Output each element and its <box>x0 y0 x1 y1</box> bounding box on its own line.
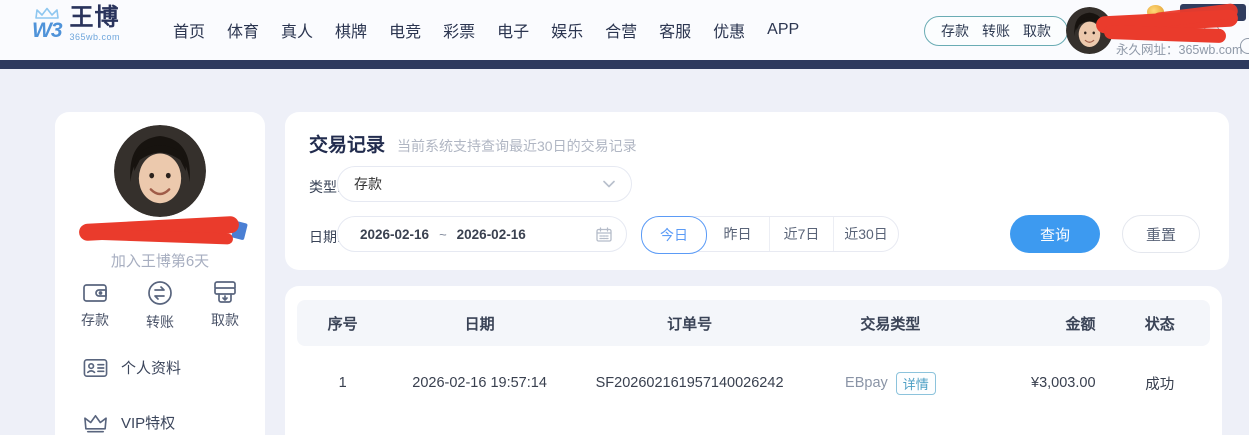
sidebar-transfer-button[interactable]: 转账 <box>146 280 174 332</box>
table-row: 1 2026-02-16 19:57:14 SF2026021619571400… <box>297 358 1210 408</box>
date-label: 日期: <box>309 227 341 247</box>
page-subtitle: 当前系统支持查询最近30日的交易记录 <box>397 136 637 156</box>
table-header-row: 序号 日期 订单号 交易类型 金额 状态 <box>297 300 1210 346</box>
date-from-value: 2026-02-16 <box>360 227 429 242</box>
id-card-icon <box>83 358 108 378</box>
calendar-icon <box>596 227 612 242</box>
sidebar-deposit-button[interactable]: 存款 <box>81 280 109 332</box>
range-7days-button[interactable]: 近7日 <box>770 217 834 251</box>
sidebar-withdraw-button[interactable]: 取款 <box>211 280 239 332</box>
range-30days-button[interactable]: 近30日 <box>834 217 898 251</box>
cell-status: 成功 <box>1110 373 1210 394</box>
main-nav: 首页 体育 真人 棋牌 电竞 彩票 电子 娱乐 合营 客服 优惠 APP <box>173 0 799 60</box>
page-title: 交易记录 <box>309 130 385 157</box>
cell-date: 2026-02-16 19:57:14 <box>388 375 571 391</box>
nav-esports[interactable]: 电竞 <box>389 18 421 42</box>
detail-button[interactable]: 详情 <box>896 372 936 395</box>
chevron-down-icon <box>603 180 615 188</box>
nav-home[interactable]: 首页 <box>173 18 205 42</box>
page: W3 王博 365wb.com 首页 体育 真人 棋牌 电竞 彩票 电子 娱乐 … <box>0 0 1249 435</box>
sidebar-wallet-actions: 存款 转账 取款 <box>55 280 265 332</box>
col-status: 状态 <box>1110 313 1210 334</box>
col-seq: 序号 <box>297 313 388 334</box>
transaction-table-card: 序号 日期 订单号 交易类型 金额 状态 1 2026-02-16 19:57:… <box>285 286 1222 435</box>
wallet-quick-actions: 存款 转账 取款 <box>924 16 1068 46</box>
deposit-link[interactable]: 存款 <box>941 21 969 41</box>
customer-service-icon[interactable] <box>1240 38 1249 54</box>
nav-sports[interactable]: 体育 <box>227 18 259 42</box>
date-range-input[interactable]: 2026-02-16 ~ 2026-02-16 <box>337 216 627 252</box>
profile-sidebar: 加入王博第6天 存款 转账 <box>55 112 265 435</box>
transfer-link[interactable]: 转账 <box>982 21 1010 41</box>
transaction-filter-card: 交易记录 当前系统支持查询最近30日的交易记录 类型: 存款 日期: 2026-… <box>285 112 1229 270</box>
col-date: 日期 <box>388 313 571 334</box>
brand-name: 王博 <box>70 6 121 30</box>
payment-method: EBpay <box>845 375 888 391</box>
query-button[interactable]: 查询 <box>1010 215 1100 253</box>
site-logo[interactable]: W3 王博 365wb.com <box>32 6 120 42</box>
withdraw-link[interactable]: 取款 <box>1023 21 1051 41</box>
col-type: 交易类型 <box>808 313 972 334</box>
type-label: 类型: <box>309 177 341 197</box>
date-range-separator: ~ <box>439 227 447 242</box>
nav-promos[interactable]: 优惠 <box>713 18 745 42</box>
nav-support[interactable]: 客服 <box>659 18 691 42</box>
col-order-no: 订单号 <box>571 313 808 334</box>
nav-entertainment[interactable]: 娱乐 <box>551 18 583 42</box>
transfer-icon <box>147 280 173 306</box>
col-amount: 金额 <box>973 313 1110 334</box>
brand-domain: 365wb.com <box>70 33 121 42</box>
withdraw-icon <box>212 280 238 304</box>
top-header: W3 王博 365wb.com 首页 体育 真人 棋牌 电竞 彩票 电子 娱乐 … <box>0 0 1249 60</box>
sidebar-profile-label: 个人资料 <box>121 357 181 378</box>
range-today-button[interactable]: 今日 <box>641 216 707 254</box>
logo-mark-text: W3 <box>32 20 62 41</box>
date-to-value: 2026-02-16 <box>457 227 526 242</box>
type-selected-value: 存款 <box>354 174 603 194</box>
crown-logo-icon: W3 <box>32 7 62 41</box>
sidebar-vip-label: VIP特权 <box>121 412 175 433</box>
nav-affiliate[interactable]: 合营 <box>605 18 637 42</box>
wallet-icon <box>82 280 108 304</box>
header-accent-strip <box>0 60 1249 69</box>
sidebar-deposit-label: 存款 <box>81 310 109 330</box>
nav-slots[interactable]: 电子 <box>497 18 529 42</box>
reset-button[interactable]: 重置 <box>1122 215 1200 253</box>
nav-cards[interactable]: 棋牌 <box>335 18 367 42</box>
crown-icon <box>83 413 108 433</box>
sidebar-withdraw-label: 取款 <box>211 310 239 330</box>
cell-order-no: SF202602161957140026242 <box>571 375 808 391</box>
cell-seq: 1 <box>297 375 388 391</box>
transaction-type-select[interactable]: 存款 <box>337 166 632 202</box>
range-yesterday-button[interactable]: 昨日 <box>706 217 770 251</box>
cell-amount: ¥3,003.00 <box>973 375 1110 391</box>
sidebar-item-vip[interactable]: VIP特权 <box>83 412 175 433</box>
profile-avatar[interactable] <box>114 125 206 217</box>
sidebar-item-profile[interactable]: 个人资料 <box>83 357 181 378</box>
nav-live[interactable]: 真人 <box>281 18 313 42</box>
cell-type: EBpay 详情 <box>808 372 972 395</box>
sidebar-transfer-label: 转账 <box>146 312 174 332</box>
nav-app[interactable]: APP <box>767 21 799 39</box>
date-range-presets: 今日 昨日 近7日 近30日 <box>641 216 899 252</box>
permanent-url: 永久网址：365wb.com <box>1116 39 1242 58</box>
nav-lottery[interactable]: 彩票 <box>443 18 475 42</box>
join-days-text: 加入王博第6天 <box>55 250 265 271</box>
